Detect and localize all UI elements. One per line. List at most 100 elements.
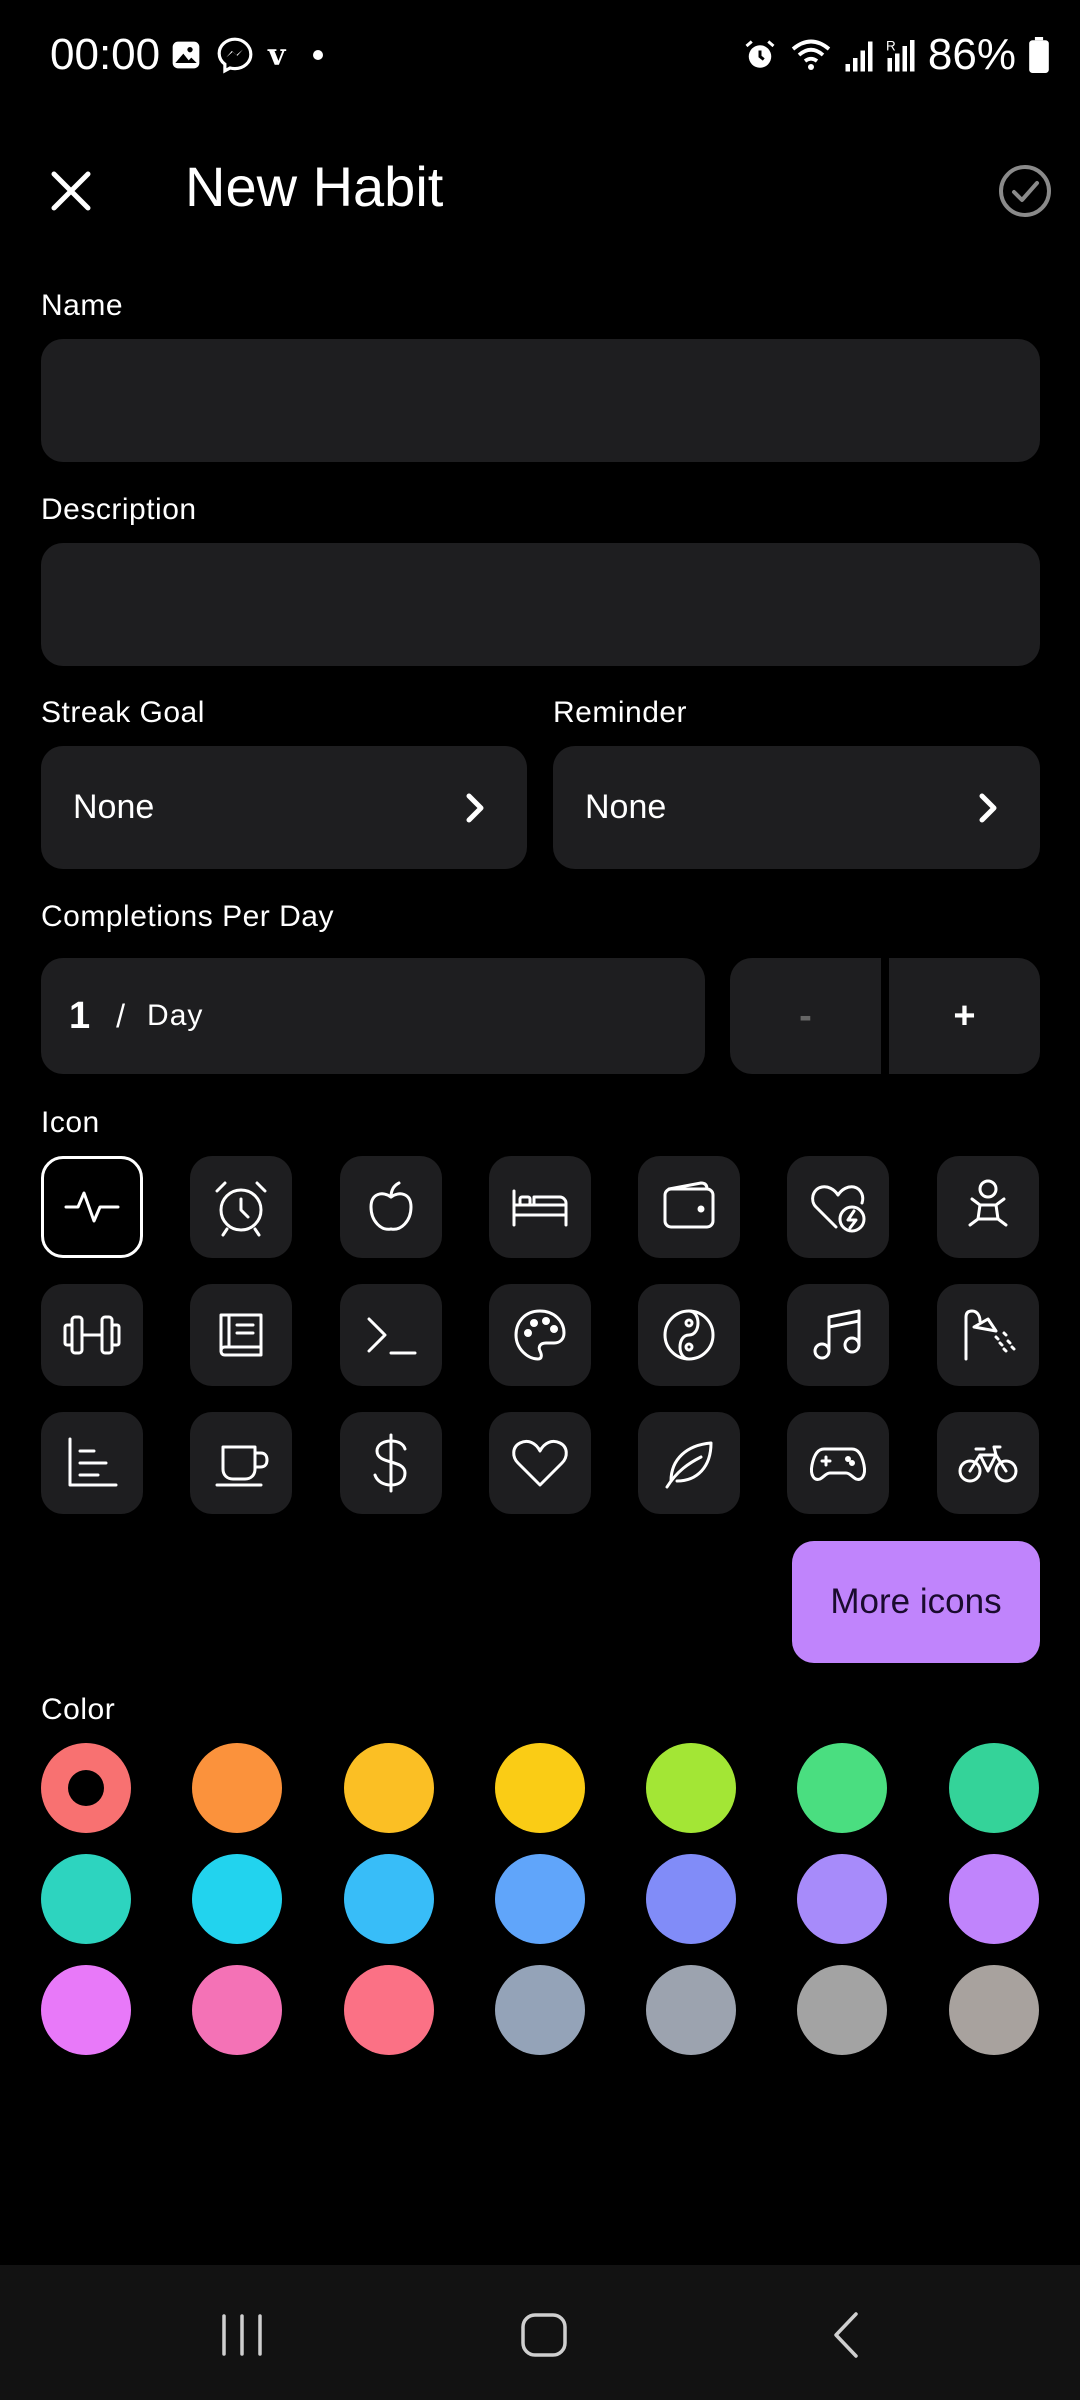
- book-icon: [219, 1313, 263, 1357]
- color-label: Color: [41, 1693, 116, 1726]
- baby-icon: [968, 1179, 1008, 1227]
- alarm-clock-icon: [215, 1181, 267, 1237]
- alarm-icon: [745, 40, 775, 68]
- dumbbell-icon: [63, 1315, 121, 1355]
- completions-field[interactable]: 1 / Day: [41, 958, 705, 1074]
- color-swatch[interactable]: [494, 1965, 585, 2055]
- svg-text:R: R: [886, 39, 896, 54]
- reminder-value: None: [585, 788, 667, 826]
- completions-separator: /: [116, 997, 126, 1034]
- completions-label: Completions Per Day: [41, 900, 334, 933]
- close-icon[interactable]: [36, 156, 106, 226]
- streak-goal-label: Streak Goal: [41, 696, 205, 729]
- icon-option-terminal[interactable]: [339, 1284, 442, 1386]
- color-swatch[interactable]: [948, 1965, 1039, 2055]
- icon-option-music[interactable]: [787, 1284, 890, 1386]
- icon-option-apple[interactable]: [339, 1156, 442, 1258]
- selected-indicator: [68, 1770, 104, 1806]
- gallery-icon: [172, 41, 200, 69]
- color-swatch[interactable]: [797, 1743, 888, 1833]
- icon-option-coffee[interactable]: [190, 1412, 293, 1514]
- color-swatch[interactable]: [646, 1743, 737, 1833]
- recent-apps-icon[interactable]: [212, 2310, 272, 2360]
- streak-goal-value: None: [73, 788, 155, 826]
- chevron-right-icon: [979, 793, 997, 822]
- color-swatch[interactable]: [494, 1743, 585, 1833]
- icon-option-shower[interactable]: [936, 1284, 1039, 1386]
- messenger-icon: [217, 37, 253, 74]
- v-icon: v: [268, 37, 286, 73]
- leaf-icon: [665, 1441, 713, 1489]
- description-field-container: [41, 543, 1040, 666]
- icon-option-heart-bolt[interactable]: [787, 1156, 890, 1258]
- increment-button[interactable]: +: [889, 958, 1040, 1074]
- icon-option-heart[interactable]: [488, 1412, 591, 1514]
- reminder-select[interactable]: None: [553, 746, 1040, 869]
- icon-option-baby[interactable]: [936, 1156, 1039, 1258]
- icon-label: Icon: [41, 1106, 100, 1139]
- color-grid: [41, 1743, 1039, 2055]
- icon-option-heartbeat[interactable]: [41, 1156, 143, 1258]
- icon-option-bed[interactable]: [488, 1156, 591, 1258]
- icon-option-alarm-clock[interactable]: [190, 1156, 293, 1258]
- home-icon[interactable]: [514, 2310, 574, 2360]
- more-icons-button[interactable]: More icons: [792, 1541, 1040, 1663]
- color-swatch[interactable]: [948, 1743, 1039, 1833]
- color-swatch[interactable]: [192, 1965, 283, 2055]
- page-title: New Habit: [185, 155, 444, 218]
- color-swatch[interactable]: [797, 1965, 888, 2055]
- completions-unit: Day: [147, 999, 204, 1032]
- dot-icon: [313, 50, 324, 60]
- status-bar: 00:00 v R 86%: [0, 0, 1080, 112]
- bed-icon: [512, 1189, 568, 1227]
- icon-option-dumbbell[interactable]: [41, 1284, 143, 1386]
- apple-icon: [369, 1181, 413, 1231]
- icon-option-bar-chart[interactable]: [41, 1412, 143, 1514]
- reminder-label: Reminder: [553, 696, 688, 729]
- check-circle-icon[interactable]: [990, 156, 1060, 226]
- color-swatch[interactable]: [192, 1854, 283, 1944]
- name-label: Name: [41, 289, 124, 322]
- signal-r-icon: R: [886, 39, 915, 72]
- yin-yang-icon: [663, 1309, 715, 1361]
- color-swatch[interactable]: [948, 1854, 1039, 1944]
- heartbeat-icon: [64, 1191, 120, 1223]
- coffee-icon: [215, 1445, 269, 1487]
- color-swatch[interactable]: [797, 1854, 888, 1944]
- name-input[interactable]: [41, 339, 1040, 462]
- name-field-container: [41, 339, 1040, 462]
- battery-icon: [1029, 37, 1049, 73]
- decrement-button[interactable]: -: [730, 958, 881, 1074]
- icon-option-dollar[interactable]: [339, 1412, 442, 1514]
- icon-option-book[interactable]: [190, 1284, 293, 1386]
- icon-option-leaf[interactable]: [638, 1412, 741, 1514]
- icon-option-palette[interactable]: [488, 1284, 591, 1386]
- status-time: 00:00: [50, 30, 161, 79]
- bar-chart-icon: [68, 1437, 118, 1487]
- signal-icon: [845, 41, 873, 72]
- color-swatch[interactable]: [192, 1743, 283, 1833]
- icon-option-wallet[interactable]: [638, 1156, 741, 1258]
- color-swatch[interactable]: [646, 1965, 737, 2055]
- streak-goal-select[interactable]: None: [41, 746, 527, 869]
- color-swatch[interactable]: [41, 1854, 131, 1944]
- icon-option-yin-yang[interactable]: [638, 1284, 741, 1386]
- icon-option-gamepad[interactable]: [787, 1412, 890, 1514]
- color-swatch[interactable]: [343, 1854, 434, 1944]
- wallet-icon: [663, 1181, 715, 1229]
- color-swatch[interactable]: [41, 1965, 131, 2055]
- system-nav-bar: [0, 2265, 1080, 2400]
- color-swatch[interactable]: [41, 1743, 131, 1833]
- completions-value: 1: [69, 994, 91, 1037]
- color-swatch[interactable]: [646, 1854, 737, 1944]
- color-swatch[interactable]: [343, 1965, 434, 2055]
- app-bar: New Habit: [0, 140, 1080, 240]
- description-input[interactable]: [41, 543, 1040, 666]
- color-swatch[interactable]: [343, 1743, 434, 1833]
- back-icon[interactable]: [818, 2310, 878, 2360]
- battery-text: 86%: [927, 30, 1016, 79]
- dollar-icon: [373, 1433, 407, 1493]
- icon-option-bicycle[interactable]: [936, 1412, 1039, 1514]
- color-swatch[interactable]: [494, 1854, 585, 1944]
- completions-stepper: - +: [730, 958, 1040, 1074]
